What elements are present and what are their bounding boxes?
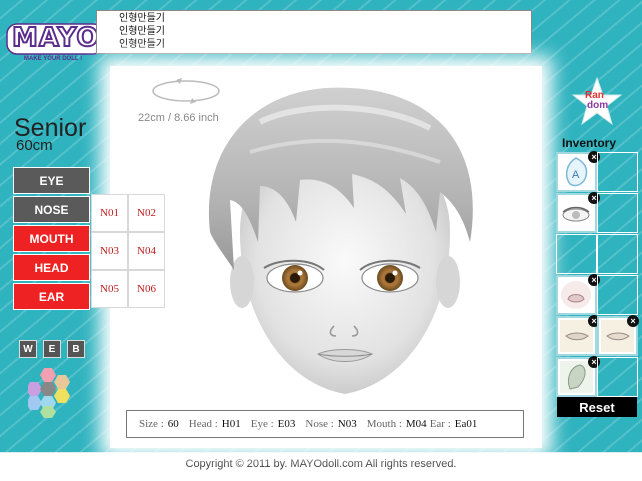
inventory-slot-empty[interactable] xyxy=(597,357,638,397)
status-ear-key: Ear : xyxy=(429,418,451,430)
random-star-button[interactable]: Ran dom xyxy=(570,76,624,128)
status-size-key: Size : xyxy=(139,418,164,430)
notice-box: 인형만들기 인형만들기 인형만들기 xyxy=(96,10,532,54)
web-e-button[interactable]: E xyxy=(43,340,61,358)
inventory-slot-empty[interactable] xyxy=(597,234,638,274)
option-n04[interactable]: N04 xyxy=(128,232,165,270)
web-b-button[interactable]: B xyxy=(67,340,85,358)
notice-line: 인형만들기 xyxy=(119,39,165,50)
option-n02[interactable]: N02 xyxy=(128,194,165,232)
status-ear-value: Ea01 xyxy=(454,418,478,430)
selection-status-bar: Size : 60 Head : H01 Eye : E03 Nose : N0… xyxy=(126,410,524,438)
notice-line: 인형만들기 xyxy=(119,26,165,37)
status-head-value: H01 xyxy=(221,418,241,430)
part-options-grid: N01 N02 N03 N04 N05 N06 xyxy=(91,194,165,308)
inventory-remove-button[interactable]: × xyxy=(627,315,639,327)
status-mouth-key: Mouth : xyxy=(366,418,402,430)
status-head-key: Head : xyxy=(188,418,218,430)
random-label-bottom: dom xyxy=(587,100,609,111)
status-nose-key: Nose : xyxy=(305,418,334,430)
web-w-button[interactable]: W xyxy=(19,340,37,358)
inventory-slot-empty[interactable] xyxy=(597,275,638,315)
status-eye-key: Eye : xyxy=(250,418,274,430)
svg-text:A: A xyxy=(572,169,580,181)
color-palette-icon[interactable] xyxy=(28,366,76,418)
logo-brand-text: MAYO xyxy=(11,22,100,54)
head-category-button[interactable]: HEAD xyxy=(13,254,90,281)
status-eye-value: E03 xyxy=(277,418,296,430)
inventory-slot-empty[interactable] xyxy=(597,193,638,233)
reset-button[interactable]: Reset xyxy=(557,397,637,417)
status-mouth-value: M04 xyxy=(405,418,427,430)
inventory-slot-empty[interactable] xyxy=(556,234,597,274)
eye-category-button[interactable]: EYE xyxy=(13,167,90,194)
inventory-title: Inventory xyxy=(562,136,617,150)
inventory-grid: A × × × × × × xyxy=(556,151,639,397)
ear-category-button[interactable]: EAR xyxy=(13,283,90,310)
doll-head-illustration xyxy=(208,87,473,394)
option-n03[interactable]: N03 xyxy=(91,232,128,270)
option-n05[interactable]: N05 xyxy=(91,270,128,308)
mouth-category-button[interactable]: MOUTH xyxy=(13,225,90,252)
doll-height-label: 60cm xyxy=(16,137,53,154)
mayo-logo[interactable]: MAYO MAKE YOUR DOLL ! xyxy=(6,22,106,66)
inventory-slot-empty[interactable] xyxy=(597,152,638,192)
status-nose-value: N03 xyxy=(337,418,357,430)
status-size-value: 60 xyxy=(167,418,179,430)
logo-tagline: MAKE YOUR DOLL ! xyxy=(24,56,83,62)
option-n01[interactable]: N01 xyxy=(91,194,128,232)
notice-line: 인형만들기 xyxy=(119,13,165,24)
option-n06[interactable]: N06 xyxy=(128,270,165,308)
copyright-text: Copyright © 2011 by. MAYOdoll.com All ri… xyxy=(185,458,457,470)
nose-category-button[interactable]: NOSE xyxy=(13,196,90,223)
